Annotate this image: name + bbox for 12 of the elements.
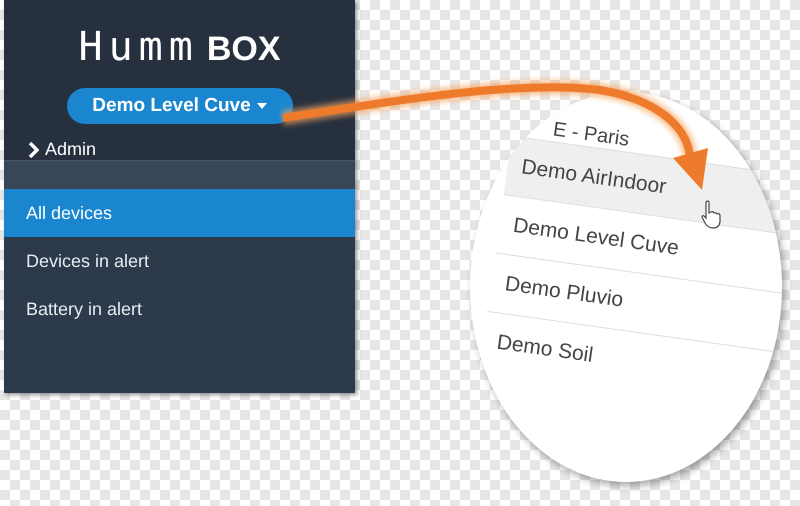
sidebar-item[interactable]: All devices (4, 189, 355, 237)
logo-word: Humm (78, 24, 199, 70)
site-dropdown-button[interactable]: Demo Level Cuve (66, 88, 292, 124)
hand-cursor-icon (700, 200, 722, 230)
device-list-item[interactable]: Demo Soil (479, 310, 782, 416)
sidebar-item[interactable]: Battery in alert (4, 285, 355, 333)
logo-suffix: BOX (206, 30, 280, 69)
list-header: E - Paris (551, 118, 631, 152)
sidebar-item[interactable]: Devices in alert (4, 237, 355, 285)
chevron-right-icon (28, 142, 39, 158)
admin-link[interactable]: Admin (28, 139, 96, 160)
caret-icon (256, 103, 267, 109)
